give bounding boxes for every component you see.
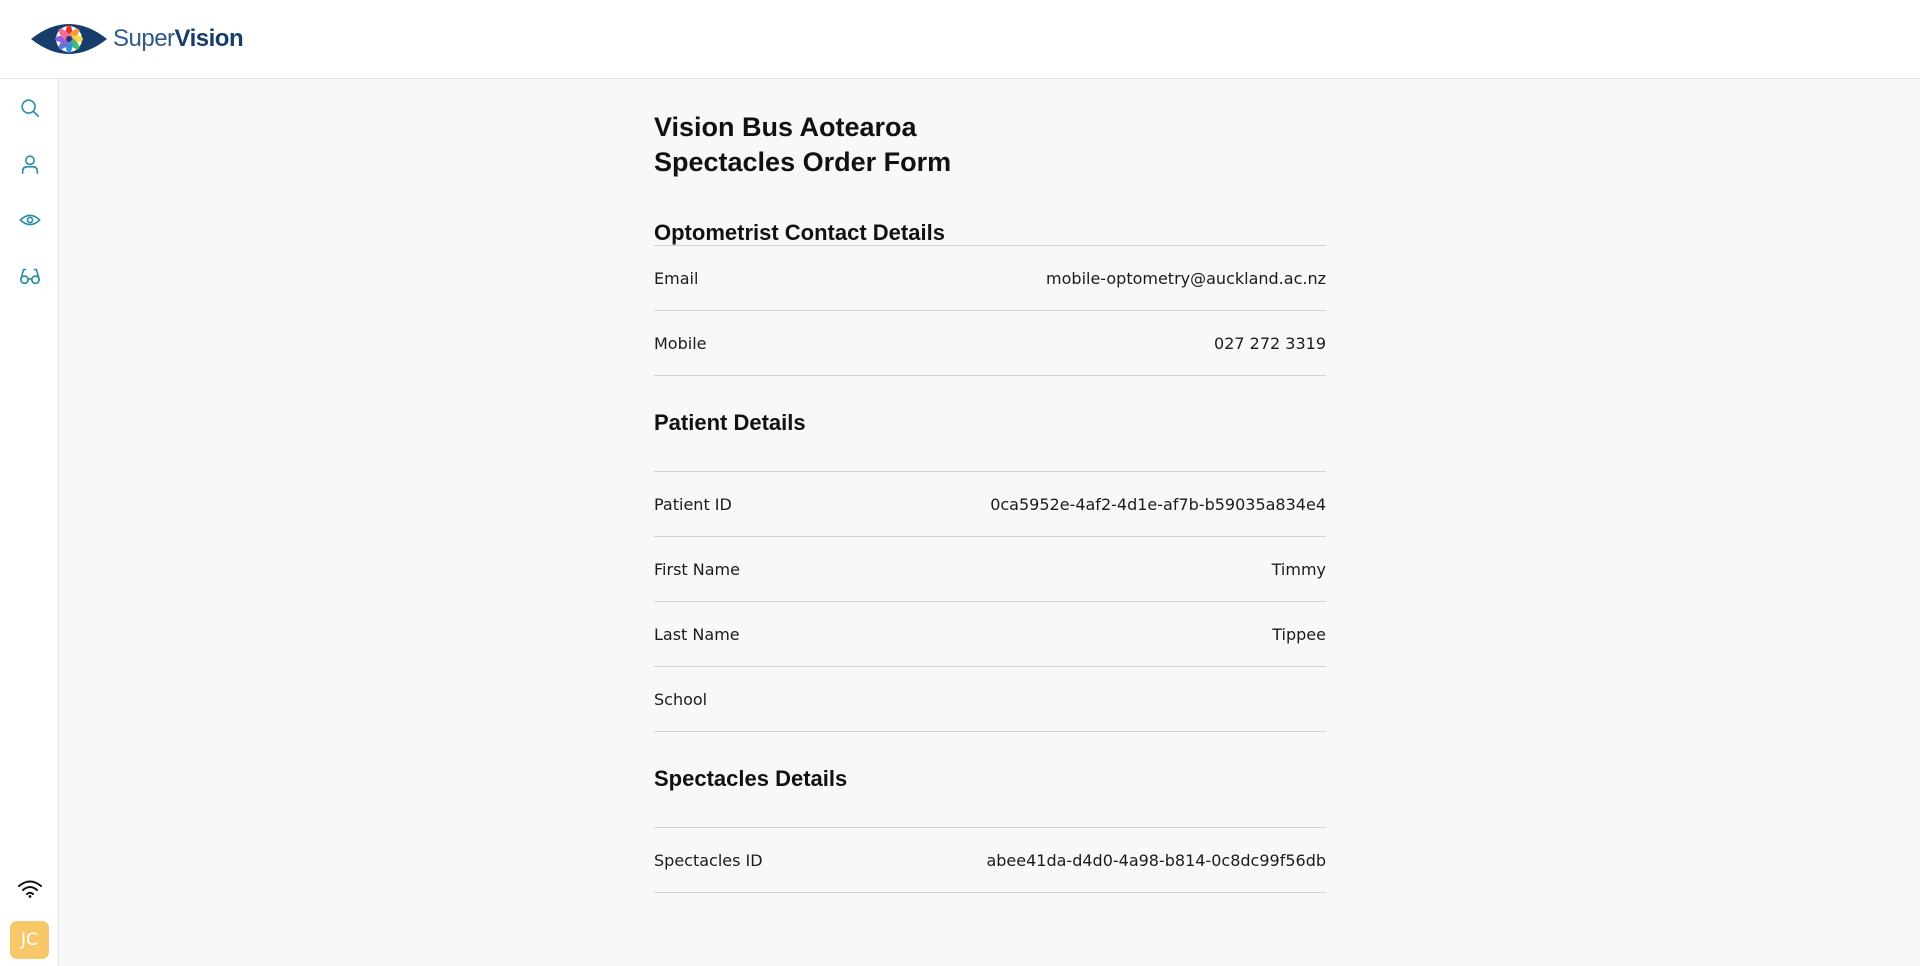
sidebar-item-spectacles[interactable]: [15, 261, 45, 291]
spectacles-section-heading: Spectacles Details: [654, 732, 1326, 828]
row-label: Mobile: [654, 333, 707, 353]
row-label: Last Name: [654, 624, 740, 644]
row-value: 027 272 3319: [1214, 333, 1326, 353]
supervision-eye-logo: [31, 24, 107, 54]
optometrist-section-heading: Optometrist Contact Details: [654, 180, 1326, 246]
row-value: Tippee: [1272, 624, 1326, 644]
patient-id-row: Patient ID 0ca5952e-4af2-4d1e-af7b-b5903…: [654, 472, 1326, 537]
brand-prefix: Super: [113, 25, 175, 52]
row-value: 0ca5952e-4af2-4d1e-af7b-b59035a834e4: [990, 494, 1326, 514]
sidebar-item-search[interactable]: [15, 93, 45, 123]
row-value: mobile-optometry@auckland.ac.nz: [1046, 268, 1326, 288]
mobile-row: Mobile 027 272 3319: [654, 311, 1326, 376]
email-row: Email mobile-optometry@auckland.ac.nz: [654, 246, 1326, 311]
page-title-line-1: Vision Bus Aotearoa: [654, 112, 917, 142]
wifi-icon: [18, 880, 42, 898]
row-value: abee41da-d4d0-4a98-b814-0c8dc99f56db: [986, 850, 1326, 870]
patient-section-heading: Patient Details: [654, 376, 1326, 472]
user-icon: [21, 155, 39, 174]
search-icon: [21, 99, 40, 118]
eye-icon: [19, 214, 41, 226]
row-label: Patient ID: [654, 494, 732, 514]
row-label: Email: [654, 268, 699, 288]
glasses-icon: [20, 268, 40, 285]
brand-suffix: Vision: [174, 25, 244, 52]
top-bar: SuperVision: [0, 0, 1920, 79]
row-label: Spectacles ID: [654, 850, 763, 870]
sidebar: JC: [0, 79, 59, 966]
first-name-row: First Name Timmy: [654, 537, 1326, 602]
app-logo[interactable]: SuperVision: [29, 19, 244, 59]
last-name-row: Last Name Tippee: [654, 602, 1326, 667]
school-row: School: [654, 667, 1326, 732]
sidebar-item-eye-exams[interactable]: [15, 205, 45, 235]
row-value: Timmy: [1271, 559, 1326, 579]
sidebar-item-patients[interactable]: [15, 149, 45, 179]
spectacles-id-row: Spectacles ID abee41da-d4d0-4a98-b814-0c…: [654, 828, 1326, 893]
row-label: School: [654, 689, 708, 709]
page-title: Vision Bus Aotearoa Spectacles Order For…: [654, 110, 1326, 180]
row-label: First Name: [654, 559, 740, 579]
avatar[interactable]: JC: [10, 921, 49, 959]
order-form: Vision Bus Aotearoa Spectacles Order For…: [654, 79, 1326, 893]
brand-name: SuperVision: [113, 25, 244, 53]
page-title-line-2: Spectacles Order Form: [654, 147, 952, 177]
